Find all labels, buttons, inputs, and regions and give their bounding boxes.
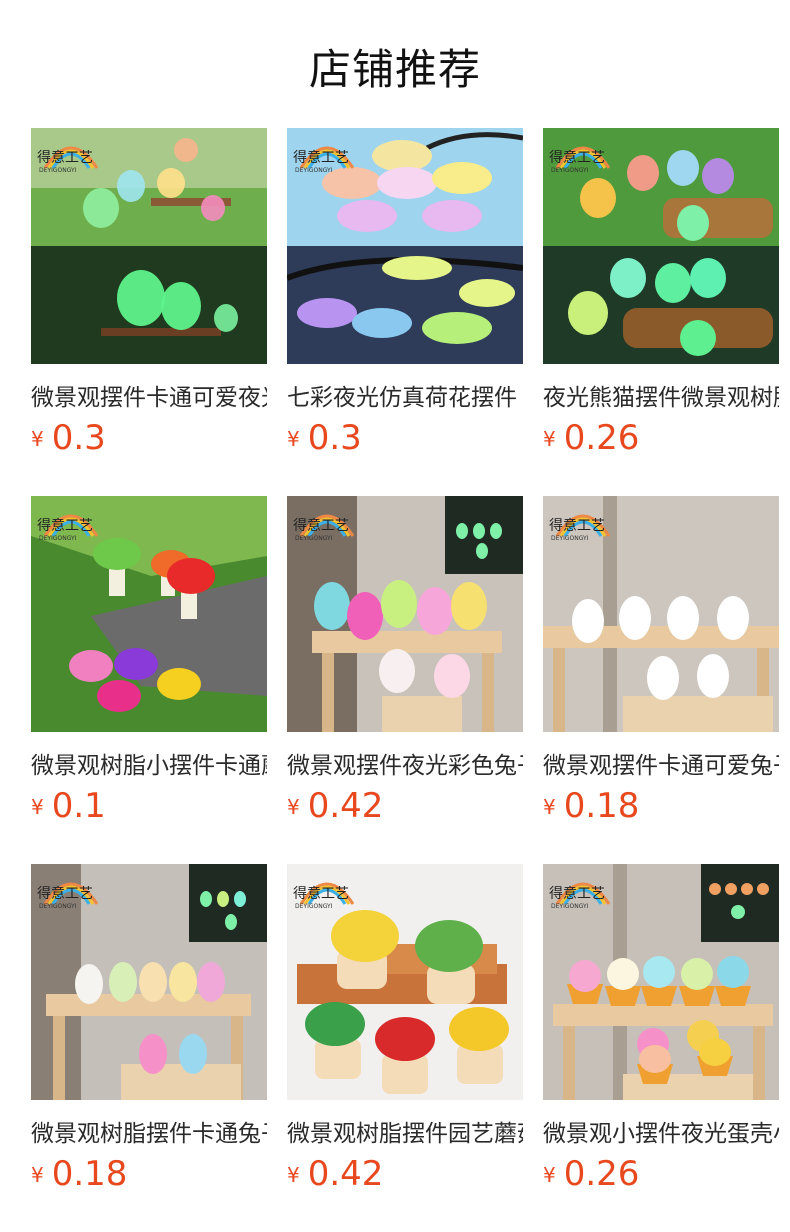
product-card[interactable]: 得意工艺 DEYIGONGYI 微景观小摆件夜光蛋壳小鸡 ¥0.26 bbox=[543, 864, 779, 1204]
currency-symbol: ¥ bbox=[543, 795, 556, 819]
product-name[interactable]: 七彩夜光仿真荷花摆件 bbox=[287, 378, 523, 412]
brand-logo-sub: DEYIGONGYI bbox=[39, 167, 77, 174]
brand-logo-text: 得意工艺 bbox=[549, 517, 605, 534]
brand-logo-text: 得意工艺 bbox=[37, 885, 93, 902]
price-value: 0.26 bbox=[563, 1154, 640, 1194]
product-price: ¥0.42 bbox=[287, 1154, 383, 1194]
product-card[interactable]: 得意工艺 DEYIGONGYI 夜光熊猫摆件微景观树脂 ¥0.26 bbox=[543, 128, 779, 468]
price-value: 0.26 bbox=[563, 418, 640, 458]
product-card[interactable]: 得意工艺 DEYIGONGYI 微景观摆件卡通可爱兔子 ¥0.18 bbox=[543, 496, 779, 836]
brand-logo-sub: DEYIGONGYI bbox=[551, 167, 589, 174]
brand-logo-text: 得意工艺 bbox=[293, 517, 349, 534]
product-name[interactable]: 微景观树脂小摆件卡通蘑菇 bbox=[31, 746, 267, 780]
product-card[interactable]: 得意工艺 DEYIGONGYI 微景观摆件卡通可爱夜光 ¥0.3 bbox=[31, 128, 267, 468]
brand-logo-text: 得意工艺 bbox=[549, 885, 605, 902]
product-card[interactable]: 得意工艺 DEYIGONGYI 微景观树脂摆件园艺蘑菇屋 ¥0.42 bbox=[287, 864, 523, 1204]
product-image[interactable]: 得意工艺 DEYIGONGYI bbox=[31, 128, 267, 364]
brand-logo-text: 得意工艺 bbox=[293, 149, 349, 166]
brand-logo-sub: DEYIGONGYI bbox=[295, 535, 333, 542]
brand-logo-text: 得意工艺 bbox=[37, 149, 93, 166]
product-price: ¥0.18 bbox=[543, 786, 639, 826]
currency-symbol: ¥ bbox=[287, 427, 300, 451]
product-image[interactable]: 得意工艺 DEYIGONGYI bbox=[543, 128, 779, 364]
product-name[interactable]: 微景观摆件卡通可爱兔子 bbox=[543, 746, 779, 780]
product-image[interactable]: 得意工艺 DEYIGONGYI bbox=[543, 496, 779, 732]
currency-symbol: ¥ bbox=[543, 427, 556, 451]
price-value: 0.1 bbox=[51, 786, 106, 826]
brand-logo-text: 得意工艺 bbox=[549, 149, 605, 166]
product-card[interactable]: 得意工艺 DEYIGONGYI 微景观树脂摆件卡通兔子 ¥0.18 bbox=[31, 864, 267, 1204]
product-image[interactable]: 得意工艺 DEYIGONGYI bbox=[287, 128, 523, 364]
brand-logo-sub: DEYIGONGYI bbox=[295, 167, 333, 174]
product-price: ¥0.26 bbox=[543, 1154, 639, 1194]
product-card[interactable]: 得意工艺 DEYIGONGYI 微景观树脂小摆件卡通蘑菇 ¥0.1 bbox=[31, 496, 267, 836]
brand-logo-sub: DEYIGONGYI bbox=[551, 903, 589, 910]
product-name[interactable]: 夜光熊猫摆件微景观树脂 bbox=[543, 378, 779, 412]
price-value: 0.18 bbox=[51, 1154, 128, 1194]
product-price: ¥0.1 bbox=[31, 786, 106, 826]
currency-symbol: ¥ bbox=[287, 795, 300, 819]
brand-logo-sub: DEYIGONGYI bbox=[551, 535, 589, 542]
currency-symbol: ¥ bbox=[31, 1163, 44, 1187]
price-value: 0.3 bbox=[51, 418, 106, 458]
product-price: ¥0.26 bbox=[543, 418, 639, 458]
product-price: ¥0.18 bbox=[31, 1154, 127, 1194]
product-name[interactable]: 微景观小摆件夜光蛋壳小鸡 bbox=[543, 1114, 779, 1148]
product-price: ¥0.3 bbox=[31, 418, 106, 458]
currency-symbol: ¥ bbox=[287, 1163, 300, 1187]
price-value: 0.42 bbox=[307, 1154, 384, 1194]
brand-logo-sub: DEYIGONGYI bbox=[39, 535, 77, 542]
product-card[interactable]: 得意工艺 DEYIGONGYI 微景观摆件夜光彩色兔子 ¥0.42 bbox=[287, 496, 523, 836]
price-value: 0.3 bbox=[307, 418, 362, 458]
product-image[interactable]: 得意工艺 DEYIGONGYI bbox=[287, 864, 523, 1100]
product-image[interactable]: 得意工艺 DEYIGONGYI bbox=[31, 496, 267, 732]
product-image[interactable]: 得意工艺 DEYIGONGYI bbox=[287, 496, 523, 732]
product-price: ¥0.42 bbox=[287, 786, 383, 826]
product-image[interactable]: 得意工艺 DEYIGONGYI bbox=[31, 864, 267, 1100]
brand-logo-text: 得意工艺 bbox=[293, 885, 349, 902]
product-name[interactable]: 微景观摆件卡通可爱夜光 bbox=[31, 378, 267, 412]
page-title: 店铺推荐 bbox=[308, 45, 481, 94]
product-price: ¥0.3 bbox=[287, 418, 362, 458]
currency-symbol: ¥ bbox=[31, 427, 44, 451]
brand-logo-sub: DEYIGONGYI bbox=[39, 903, 77, 910]
currency-symbol: ¥ bbox=[543, 1163, 556, 1187]
product-name[interactable]: 微景观树脂摆件卡通兔子 bbox=[31, 1114, 267, 1148]
price-value: 0.18 bbox=[563, 786, 640, 826]
brand-logo-text: 得意工艺 bbox=[37, 517, 93, 534]
product-name[interactable]: 微景观树脂摆件园艺蘑菇屋 bbox=[287, 1114, 523, 1148]
brand-logo-sub: DEYIGONGYI bbox=[295, 903, 333, 910]
product-card[interactable]: 得意工艺 DEYIGONGYI 七彩夜光仿真荷花摆件 ¥0.3 bbox=[287, 128, 523, 468]
currency-symbol: ¥ bbox=[31, 795, 44, 819]
price-value: 0.42 bbox=[307, 786, 384, 826]
product-name[interactable]: 微景观摆件夜光彩色兔子 bbox=[287, 746, 523, 780]
product-image[interactable]: 得意工艺 DEYIGONGYI bbox=[543, 864, 779, 1100]
